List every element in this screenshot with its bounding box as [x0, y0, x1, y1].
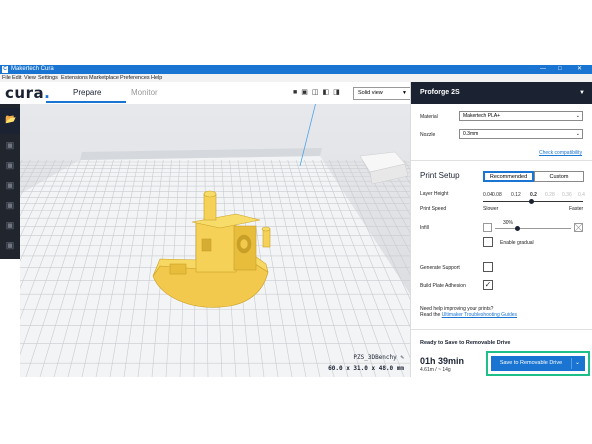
build-plate-scene [20, 104, 410, 377]
infill-slider[interactable] [495, 228, 571, 229]
window-title: Makertech Cura [11, 66, 54, 72]
help-text-2: Read the Ultimaker Troubleshooting Guide… [420, 312, 518, 318]
printer-name: Proforge 2S [420, 89, 460, 96]
menu-view[interactable]: View [24, 74, 36, 82]
menu-settings[interactable]: Settings [38, 74, 58, 82]
window-title-bar: C Makertech Cura — □ ✕ [0, 65, 592, 74]
view-mode-select[interactable]: Solid view ▼ [353, 87, 411, 100]
chevron-down-icon: ▼ [579, 90, 585, 96]
print-setup-title: Print Setup [420, 171, 460, 180]
open-file-icon: 📂 [5, 114, 17, 124]
cura-logo: cura. [5, 84, 51, 102]
tab-monitor[interactable]: Monitor [131, 88, 158, 97]
infill-handle[interactable] [515, 226, 521, 231]
custom-mode-button[interactable]: Custom [534, 171, 584, 182]
infill-percent: 30% [503, 220, 514, 226]
menu-marketplace[interactable]: Marketplace [89, 74, 119, 82]
recommended-mode-button[interactable]: Recommended [483, 171, 534, 182]
nozzle-value: 0.3mm [463, 131, 479, 137]
rotate-tool-icon[interactable]: ▣ [5, 180, 15, 190]
view-right-icon[interactable]: ◨ [333, 89, 340, 96]
support-blocker-icon[interactable]: ▣ [5, 240, 15, 250]
view-mode-value: Solid view [358, 90, 383, 96]
divider [411, 160, 592, 161]
layer-height-option[interactable]: 0.4 [578, 192, 585, 198]
settings-panel: Proforge 2S ▼ Material Makertech PLA+ ⌄ … [410, 82, 592, 377]
save-button-label: Save to Removable Drive [499, 360, 563, 366]
enable-gradual-label: Enable gradual [500, 240, 534, 246]
print-speed-handle[interactable] [529, 199, 534, 204]
layer-height-label: Layer Height [420, 191, 449, 197]
infill-solid-icon [574, 223, 583, 232]
chevron-down-icon: ⌄ [575, 113, 580, 119]
minimize-button[interactable]: — [540, 65, 546, 74]
menu-help[interactable]: Help [151, 74, 162, 82]
material-value: Makertech PLA+ [463, 113, 501, 119]
material-select[interactable]: Makertech PLA+ ⌄ [459, 111, 583, 121]
3d-viewport[interactable]: PZS_3DBenchy ✎ 60.0 x 31.0 x 48.0 mm [20, 104, 410, 377]
divider [411, 329, 592, 330]
menu-bar: File Edit View Settings Extensions Marke… [0, 74, 592, 82]
view-3d-icon[interactable]: ■ [293, 89, 297, 96]
object-dimensions: 60.0 x 31.0 x 48.0 mm [328, 365, 404, 372]
button-separator [571, 358, 572, 369]
build-plate-adhesion-checkbox[interactable]: ✓ [483, 280, 493, 290]
view-left-icon[interactable]: ◧ [322, 89, 329, 96]
nozzle-select[interactable]: 0.3mm ⌄ [459, 129, 583, 139]
enable-gradual-checkbox[interactable] [483, 237, 493, 247]
material-label: Material [420, 114, 438, 120]
view-front-icon[interactable]: ▣ [301, 89, 308, 96]
menu-preferences[interactable]: Preferences [120, 74, 150, 82]
view-top-icon[interactable]: ◫ [312, 89, 319, 96]
save-highlight-box: Save to Removable Drive ⌄ [486, 351, 590, 376]
speed-faster-label: Faster [569, 206, 584, 212]
print-time: 01h 39min [420, 356, 465, 366]
close-button[interactable]: ✕ [577, 65, 582, 74]
menu-extensions[interactable]: Extensions [61, 74, 88, 82]
active-tab-indicator [46, 101, 126, 103]
layer-height-option-selected[interactable]: 0.2 [530, 192, 537, 198]
left-toolbar: 📂 ▣ ▣ ▣ ▣ ▣ ▣ [0, 104, 20, 259]
ready-status: Ready to Save to Removable Drive [420, 340, 511, 346]
troubleshooting-link[interactable]: Ultimaker Troubleshooting Guides [442, 312, 517, 318]
layer-height-option[interactable]: 0.28 [545, 192, 555, 198]
nozzle-label: Nozzle [420, 132, 436, 138]
scale-tool-icon[interactable]: ▣ [5, 160, 15, 170]
maximize-button[interactable]: □ [558, 65, 562, 74]
generate-support-label: Generate Support [420, 265, 460, 271]
infill-label: Infill [420, 225, 429, 231]
check-compatibility-link[interactable]: Check compatibility [539, 150, 582, 156]
camera-view-buttons: ■ ▣ ◫ ◧ ◨ [293, 88, 344, 96]
chevron-down-icon[interactable]: ⌄ [575, 356, 580, 371]
object-name: PZS_3DBenchy ✎ [353, 354, 404, 361]
layer-height-option[interactable]: 0.08 [492, 192, 502, 198]
speed-slower-label: Slower [483, 206, 499, 212]
mirror-tool-icon[interactable]: ▣ [5, 200, 15, 210]
build-plate-adhesion-label: Build Plate Adhesion [420, 283, 466, 289]
print-speed-label: Print Speed [420, 206, 447, 212]
printer-selector[interactable]: Proforge 2S ▼ [411, 82, 592, 104]
chevron-down-icon: ⌄ [575, 131, 580, 137]
top-toolbar: cura. Prepare Monitor ■ ▣ ◫ ◧ ◨ Solid view ▼ [0, 82, 411, 104]
chevron-down-icon: ▼ [402, 90, 407, 96]
layer-height-option[interactable]: 0.36 [562, 192, 572, 198]
menu-file[interactable]: File [2, 74, 11, 82]
menu-edit[interactable]: Edit [12, 74, 21, 82]
tab-prepare[interactable]: Prepare [73, 88, 101, 97]
generate-support-checkbox[interactable] [483, 262, 493, 272]
app-logo-icon: C [2, 66, 8, 73]
material-usage: 4.61m / ~ 14g [420, 367, 451, 373]
move-tool-icon[interactable]: ▣ [5, 140, 15, 150]
layer-height-option[interactable]: 0.12 [511, 192, 521, 198]
per-model-settings-icon[interactable]: ▣ [5, 220, 15, 230]
infill-hollow-icon [483, 223, 492, 232]
save-to-removable-drive-button[interactable]: Save to Removable Drive ⌄ [491, 356, 585, 371]
